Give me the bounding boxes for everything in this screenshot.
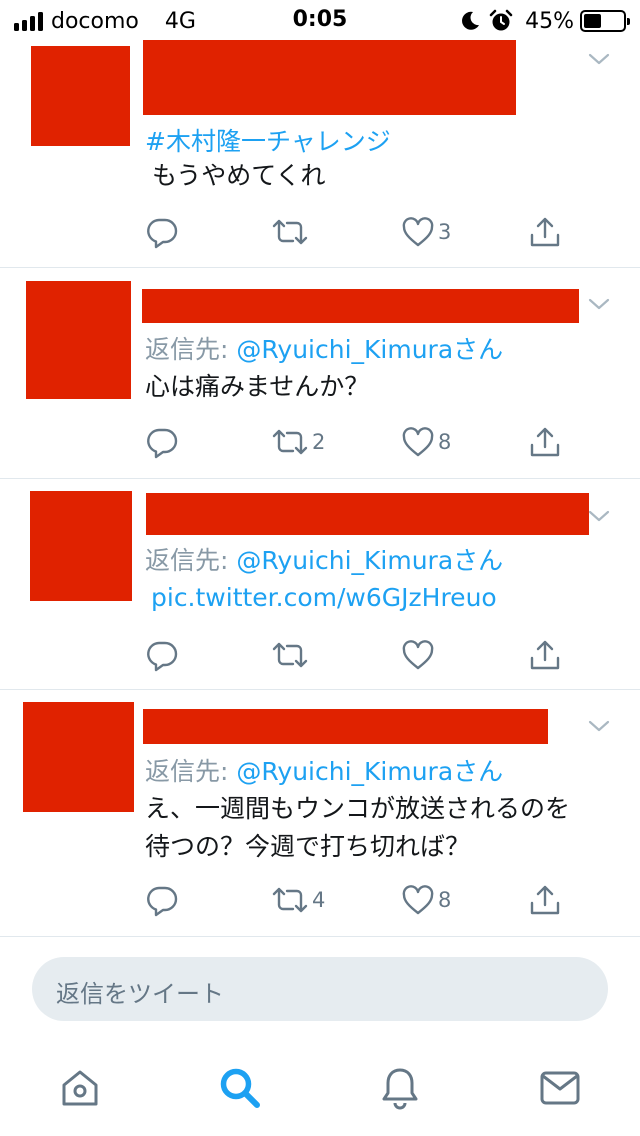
reply-context: 返信先: @Ryuichi_Kimuraさん bbox=[145, 330, 503, 366]
reply-label: 返信先: bbox=[145, 546, 229, 575]
reply-handle-link[interactable]: @Ryuichi_Kimuraさん bbox=[236, 757, 503, 786]
reply-icon bbox=[145, 883, 179, 917]
notifications-tab[interactable] bbox=[376, 1064, 424, 1112]
home-icon bbox=[62, 1070, 98, 1106]
tweet-4[interactable]: 返信先: @Ryuichi_Kimuraさん え、一週間もウンコが放送されるのを… bbox=[0, 690, 640, 937]
reply-context: 返信先: @Ryuichi_Kimuraさん bbox=[145, 541, 503, 577]
retweet-icon bbox=[271, 215, 309, 249]
battery-fill bbox=[584, 14, 602, 28]
alarm-icon bbox=[489, 9, 513, 33]
tweet-3[interactable]: 返信先: @Ryuichi_Kimuraさん pic.twitter.com/w… bbox=[0, 479, 640, 690]
chevron-down-icon[interactable] bbox=[588, 297, 610, 311]
author-name-redacted bbox=[146, 493, 589, 535]
search-icon bbox=[220, 1068, 260, 1108]
like-button[interactable]: 3 bbox=[401, 212, 451, 252]
reply-handle-link[interactable]: @Ryuichi_Kimuraさん bbox=[236, 335, 503, 364]
reply-context: 返信先: @Ryuichi_Kimuraさん bbox=[145, 752, 503, 788]
like-count: 3 bbox=[438, 220, 452, 244]
avatar-redacted bbox=[23, 702, 134, 812]
tweet-text-line-2: 待つの？今週で打ち切れば？ bbox=[145, 832, 471, 861]
avatar-redacted bbox=[30, 491, 132, 601]
tweet-text-line-1: え、一週間もウンコが放送されるのを bbox=[145, 794, 571, 823]
author-name-redacted bbox=[143, 40, 516, 115]
retweet-icon bbox=[271, 883, 309, 917]
tweet-actions: 4 8 bbox=[0, 880, 640, 920]
share-button[interactable] bbox=[528, 212, 562, 252]
reply-button[interactable] bbox=[145, 635, 179, 675]
tweet-actions bbox=[0, 635, 640, 675]
share-icon bbox=[528, 215, 562, 249]
reply-button[interactable] bbox=[145, 212, 179, 252]
moon-icon bbox=[459, 10, 481, 32]
reply-icon bbox=[145, 425, 179, 459]
home-tab[interactable] bbox=[56, 1064, 104, 1112]
reply-icon bbox=[145, 638, 179, 672]
reply-handle-link[interactable]: @Ryuichi_Kimuraさん bbox=[236, 546, 503, 575]
tab-bar bbox=[0, 1046, 640, 1136]
avatar-redacted bbox=[26, 281, 131, 399]
share-icon bbox=[528, 883, 562, 917]
retweet-button[interactable]: 2 bbox=[271, 422, 325, 462]
chevron-down-icon[interactable] bbox=[588, 719, 610, 733]
retweet-icon bbox=[271, 638, 309, 672]
retweet-count: 2 bbox=[312, 430, 326, 454]
retweet-button[interactable] bbox=[271, 212, 312, 252]
status-bar: docomo 4G 0:05 45% bbox=[0, 0, 640, 40]
share-icon bbox=[528, 638, 562, 672]
share-button[interactable] bbox=[528, 422, 562, 462]
battery-icon bbox=[580, 10, 630, 32]
notifications-icon bbox=[382, 1068, 418, 1110]
like-button[interactable]: 8 bbox=[401, 422, 451, 462]
like-count: 8 bbox=[438, 888, 452, 912]
reply-label: 返信先: bbox=[145, 757, 229, 786]
battery-percent: 45% bbox=[525, 8, 574, 34]
retweet-icon bbox=[271, 425, 309, 459]
tweet-text: 心は痛みませんか？ bbox=[145, 372, 370, 401]
share-icon bbox=[528, 425, 562, 459]
share-button[interactable] bbox=[528, 635, 562, 675]
heart-icon bbox=[401, 426, 435, 458]
messages-icon bbox=[540, 1071, 580, 1105]
reply-button[interactable] bbox=[145, 880, 179, 920]
reply-placeholder: 返信をツイート bbox=[56, 980, 224, 1008]
share-button[interactable] bbox=[528, 880, 562, 920]
like-button[interactable]: 8 bbox=[401, 880, 451, 920]
tweet-actions: 2 8 bbox=[0, 422, 640, 462]
reply-input[interactable]: 返信をツイート bbox=[32, 957, 608, 1021]
heart-icon bbox=[401, 216, 435, 248]
hashtag-link[interactable]: #木村隆一チャレンジ bbox=[145, 122, 391, 158]
reply-label: 返信先: bbox=[145, 335, 229, 364]
retweet-button[interactable]: 4 bbox=[271, 880, 325, 920]
tweet-actions: 3 bbox=[0, 212, 640, 252]
heart-icon bbox=[401, 639, 435, 671]
like-button[interactable] bbox=[401, 635, 438, 675]
status-right: 45% bbox=[459, 6, 630, 36]
tweet-1[interactable]: #木村隆一チャレンジ もうやめてくれ 3 bbox=[0, 40, 640, 268]
reply-icon bbox=[145, 215, 179, 249]
search-tab[interactable] bbox=[216, 1064, 264, 1112]
retweet-button[interactable] bbox=[271, 635, 312, 675]
media-link[interactable]: pic.twitter.com/w6GJzHreuo bbox=[151, 583, 497, 612]
retweet-count: 4 bbox=[312, 888, 326, 912]
author-name-redacted bbox=[143, 709, 548, 744]
tweet-2[interactable]: 返信先: @Ryuichi_Kimuraさん 心は痛みませんか？ 2 8 bbox=[0, 268, 640, 479]
like-count: 8 bbox=[438, 430, 452, 454]
messages-tab[interactable] bbox=[536, 1064, 584, 1112]
author-name-redacted bbox=[142, 289, 579, 323]
reply-button[interactable] bbox=[145, 422, 179, 462]
heart-icon bbox=[401, 884, 435, 916]
avatar-redacted bbox=[31, 46, 130, 146]
chevron-down-icon[interactable] bbox=[588, 52, 610, 66]
tweet-text: もうやめてくれ bbox=[152, 161, 326, 190]
chevron-down-icon[interactable] bbox=[588, 509, 610, 523]
